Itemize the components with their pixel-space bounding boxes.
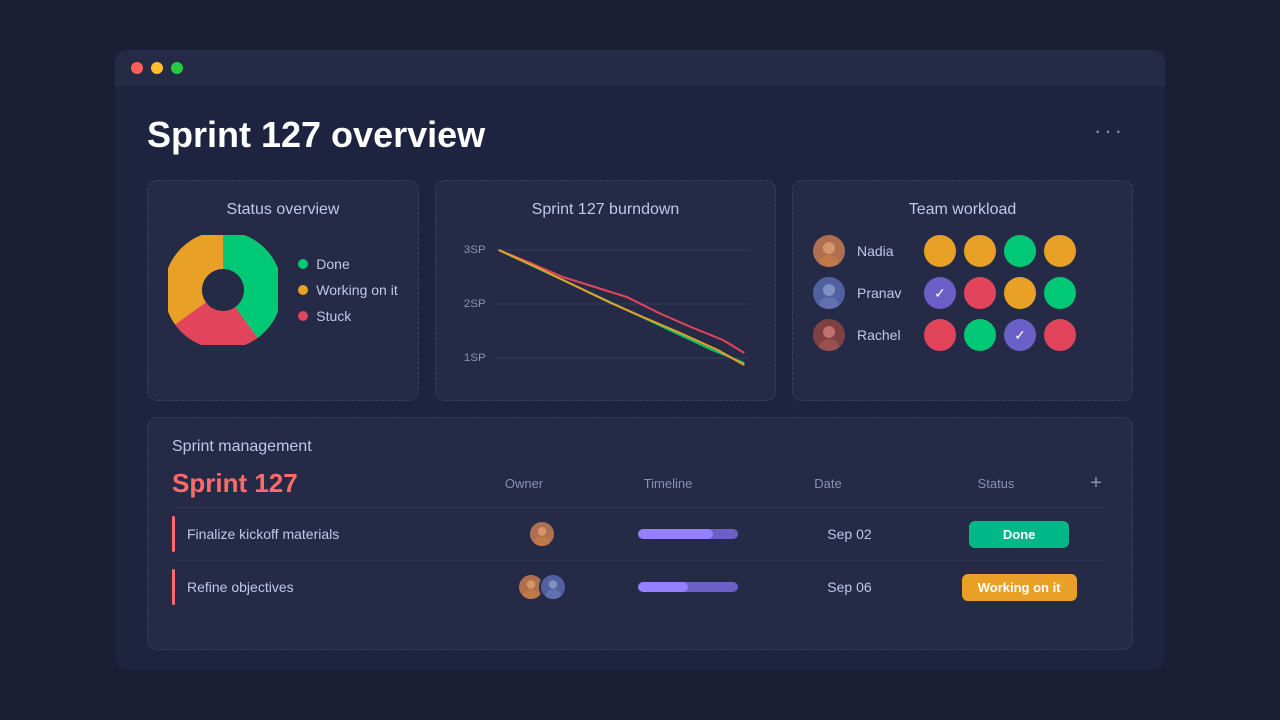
working-dot	[298, 285, 308, 295]
timeline-fill-2	[638, 582, 688, 592]
nadia-status-3[interactable]	[1004, 235, 1036, 267]
task-name-1: Finalize kickoff materials	[187, 526, 478, 542]
stuck-label: Stuck	[316, 308, 351, 324]
sprint-management-card: Sprint management Sprint 127 Owner Timel…	[147, 417, 1133, 650]
owner-avatar-1a	[528, 520, 556, 548]
sprint-header: Sprint 127 Owner Timeline Date Status +	[172, 468, 1108, 499]
add-task-button[interactable]: +	[1084, 472, 1108, 495]
rachel-status-2[interactable]	[964, 319, 996, 351]
pranav-status-3[interactable]	[1004, 277, 1036, 309]
timeline-bar-1	[638, 529, 738, 539]
sprint-management-title: Sprint management	[172, 438, 1108, 456]
status-overview-title: Status overview	[168, 201, 398, 219]
task-status-2: Working on it	[930, 574, 1108, 601]
avatar-nadia	[813, 235, 845, 267]
more-options-button[interactable]: ···	[1086, 114, 1133, 148]
pranav-status-4[interactable]	[1044, 277, 1076, 309]
owner-avatar-2b	[539, 573, 567, 601]
status-badge-working[interactable]: Working on it	[962, 574, 1077, 601]
owner-avatars-1	[528, 520, 556, 548]
task-timeline-2	[607, 582, 769, 592]
status-body: Done Working on it Stuck	[168, 235, 398, 345]
cards-row: Status overview	[147, 180, 1133, 401]
pranav-status-circles: ✓	[924, 277, 1076, 309]
task-row-2: Refine objectives	[172, 560, 1108, 613]
sprint-name: Sprint 127	[172, 468, 460, 499]
task-owner-2	[478, 573, 607, 601]
pranav-status-2[interactable]	[964, 277, 996, 309]
svg-text:2SP: 2SP	[464, 298, 486, 310]
status-overview-card: Status overview	[147, 180, 419, 401]
task-name-2: Refine objectives	[187, 579, 478, 595]
burndown-chart: 3SP 2SP 1SP	[456, 235, 755, 375]
col-status-label: Status	[908, 476, 1084, 491]
col-timeline-label: Timeline	[588, 476, 748, 491]
member-name-nadia: Nadia	[857, 243, 912, 259]
titlebar	[115, 50, 1165, 86]
workload-grid: Nadia	[813, 235, 1112, 351]
timeline-bar-2	[638, 582, 738, 592]
legend: Done Working on it Stuck	[298, 256, 397, 324]
col-date-label: Date	[748, 476, 908, 491]
task-bar-1	[172, 516, 175, 552]
task-timeline-1	[607, 529, 769, 539]
workload-row-rachel: Rachel ✓	[813, 319, 1112, 351]
nadia-status-1[interactable]	[924, 235, 956, 267]
burndown-title: Sprint 127 burndown	[456, 201, 755, 219]
pie-chart	[168, 235, 278, 345]
maximize-dot[interactable]	[171, 62, 183, 74]
workload-row-nadia: Nadia	[813, 235, 1112, 267]
workload-row-pranav: Pranav ✓	[813, 277, 1112, 309]
page-title: Sprint 127 overview	[147, 114, 485, 156]
nadia-status-4[interactable]	[1044, 235, 1076, 267]
done-dot	[298, 259, 308, 269]
svg-text:1SP: 1SP	[464, 352, 486, 364]
task-owner-1	[478, 520, 607, 548]
task-bar-2	[172, 569, 175, 605]
task-date-1: Sep 02	[769, 526, 931, 542]
avatar-rachel	[813, 319, 845, 351]
task-row-1: Finalize kickoff materials	[172, 507, 1108, 560]
status-badge-done[interactable]: Done	[969, 521, 1069, 548]
main-content: Sprint 127 overview ··· Status overview	[115, 86, 1165, 670]
working-label: Working on it	[316, 282, 397, 298]
close-dot[interactable]	[131, 62, 143, 74]
team-workload-title: Team workload	[813, 201, 1112, 219]
done-label: Done	[316, 256, 349, 272]
task-status-1: Done	[930, 521, 1108, 548]
nadia-status-2[interactable]	[964, 235, 996, 267]
svg-text:3SP: 3SP	[464, 244, 486, 256]
timeline-fill-1	[638, 529, 713, 539]
owner-avatars-2	[517, 573, 567, 601]
col-owner-label: Owner	[460, 476, 588, 491]
member-name-rachel: Rachel	[857, 327, 912, 343]
legend-working: Working on it	[298, 282, 397, 298]
team-workload-card: Team workload Nadia	[792, 180, 1133, 401]
member-name-pranav: Pranav	[857, 285, 912, 301]
rachel-status-3[interactable]: ✓	[1004, 319, 1036, 351]
rachel-status-circles: ✓	[924, 319, 1076, 351]
app-window: Sprint 127 overview ··· Status overview	[115, 50, 1165, 670]
nadia-status-circles	[924, 235, 1076, 267]
legend-stuck: Stuck	[298, 308, 397, 324]
minimize-dot[interactable]	[151, 62, 163, 74]
avatar-pranav	[813, 277, 845, 309]
legend-done: Done	[298, 256, 397, 272]
page-header: Sprint 127 overview ···	[147, 114, 1133, 156]
stuck-dot	[298, 311, 308, 321]
rachel-status-1[interactable]	[924, 319, 956, 351]
task-date-2: Sep 06	[769, 579, 931, 595]
pranav-status-1[interactable]: ✓	[924, 277, 956, 309]
burndown-card: Sprint 127 burndown 3SP 2SP 1SP	[435, 180, 776, 401]
rachel-status-4[interactable]	[1044, 319, 1076, 351]
